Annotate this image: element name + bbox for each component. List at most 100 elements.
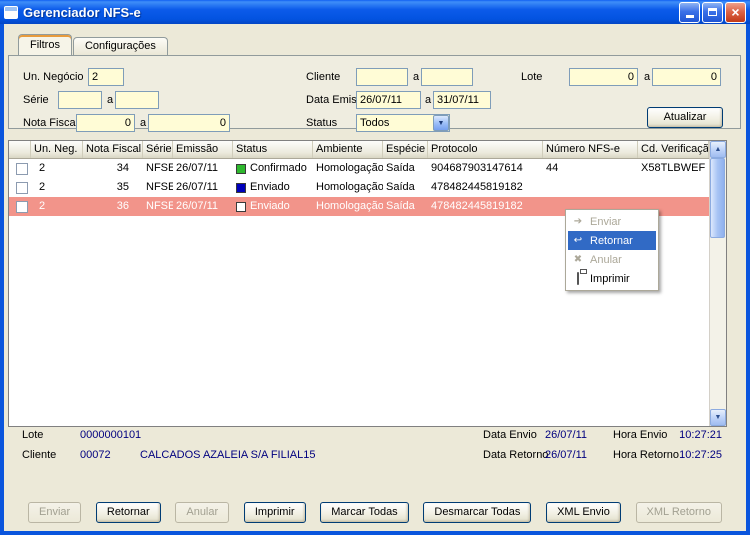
header-protocolo[interactable]: Protocolo bbox=[428, 141, 543, 158]
xml-retorno-button: XML Retorno bbox=[635, 502, 722, 523]
context-menu-label: Retornar bbox=[590, 234, 633, 247]
printer-icon bbox=[571, 272, 585, 285]
filter-panel: Un. Negócio Cliente a Lote a Série a Dat… bbox=[8, 55, 741, 132]
cd-verificacao-cell: X58TLBWEF bbox=[641, 162, 706, 174]
status-dropdown-value: Todos bbox=[360, 117, 390, 129]
numero-nfse-cell: 44 bbox=[546, 162, 559, 174]
nota-fiscal-cell: 35 bbox=[116, 181, 129, 193]
status-enviado-icon bbox=[236, 201, 246, 212]
nota-fiscal-to-input[interactable] bbox=[148, 114, 230, 132]
minimize-button[interactable] bbox=[679, 1, 700, 23]
tab-filtros[interactable]: Filtros bbox=[18, 34, 72, 55]
retornar-button[interactable]: Retornar bbox=[95, 502, 161, 523]
serie-range-separator: a bbox=[107, 94, 114, 106]
cd-verificacao-cell bbox=[638, 178, 709, 197]
close-button[interactable]: × bbox=[725, 1, 746, 23]
tab-bar: Filtros Configurações bbox=[18, 34, 169, 55]
grid-header: Un. Neg. Nota Fiscal Série Emissão Statu… bbox=[9, 141, 709, 159]
protocolo-cell: 478482445819182 bbox=[431, 181, 523, 193]
un-negocio-label: Un. Negócio bbox=[23, 71, 84, 83]
status-dropdown[interactable]: Todos ▼ bbox=[356, 114, 450, 132]
lote-range-separator: a bbox=[644, 71, 651, 83]
header-emissao[interactable]: Emissão bbox=[173, 141, 233, 158]
footer-lote-label: Lote bbox=[22, 429, 44, 441]
header-ambiente[interactable]: Ambiente bbox=[313, 141, 383, 158]
un-neg-cell: 2 bbox=[39, 181, 46, 193]
data-emissao-from-input[interactable] bbox=[356, 91, 421, 109]
window-title: Gerenciador NFS-e bbox=[23, 4, 141, 20]
status-text: Confirmado bbox=[250, 162, 307, 174]
footer-lote-value: 0000000101 bbox=[80, 429, 142, 441]
maximize-button[interactable] bbox=[702, 1, 723, 23]
footer-cliente-code: 00072 bbox=[80, 449, 111, 461]
scrollbar-track[interactable] bbox=[710, 158, 726, 409]
marcar-todas-button[interactable]: Marcar Todas bbox=[320, 502, 409, 523]
serie-cell: NFSE bbox=[146, 181, 173, 193]
header-serie[interactable]: Série bbox=[143, 141, 173, 158]
header-un-neg[interactable]: Un. Neg. bbox=[31, 141, 83, 158]
imprimir-button[interactable]: Imprimir bbox=[243, 502, 306, 523]
cliente-label: Cliente bbox=[306, 71, 341, 83]
un-negocio-input[interactable] bbox=[88, 68, 124, 86]
cliente-to-input[interactable] bbox=[421, 68, 473, 86]
serie-to-input[interactable] bbox=[115, 91, 159, 109]
un-neg-cell: 2 bbox=[39, 162, 46, 174]
protocolo-cell: 904687903147614 bbox=[431, 162, 523, 174]
footer-cliente-name: CALCADOS AZALEIA S/A FILIAL15 bbox=[140, 449, 316, 461]
nota-fiscal-cell: 34 bbox=[116, 162, 129, 174]
header-numero-nfse[interactable]: Número NFS-e bbox=[543, 141, 638, 158]
protocolo-cell: 478482445819182 bbox=[431, 200, 523, 212]
context-menu-item-enviar: ➔ Enviar bbox=[568, 212, 656, 231]
nota-fiscal-from-input[interactable] bbox=[76, 114, 135, 132]
context-menu-item-retornar[interactable]: ↩ Retornar bbox=[568, 231, 656, 250]
serie-cell: NFSE bbox=[146, 162, 173, 174]
lote-to-input[interactable] bbox=[652, 68, 721, 86]
app-icon bbox=[4, 5, 18, 19]
vertical-scrollbar[interactable]: ▲ ▼ bbox=[709, 141, 726, 426]
table-row[interactable]: 2 35 NFSE 26/07/11 Enviado Homologação S… bbox=[9, 178, 709, 197]
footer-hora-retorno-label: Hora Retorno bbox=[613, 449, 680, 461]
context-menu-item-imprimir[interactable]: Imprimir bbox=[568, 269, 656, 288]
status-enviado-icon bbox=[236, 182, 246, 193]
un-neg-cell: 2 bbox=[39, 200, 46, 212]
data-emissao-range-separator: a bbox=[425, 94, 432, 106]
footer-data-retorno-value: 26/07/11 bbox=[545, 449, 588, 461]
scrollbar-thumb[interactable] bbox=[710, 158, 725, 238]
data-emissao-to-input[interactable] bbox=[433, 91, 491, 109]
context-menu-label: Anular bbox=[590, 253, 622, 266]
scroll-up-icon[interactable]: ▲ bbox=[710, 141, 726, 158]
cliente-from-input[interactable] bbox=[356, 68, 408, 86]
header-especie[interactable]: Espécie bbox=[383, 141, 428, 158]
serie-label: Série bbox=[23, 94, 49, 106]
atualizar-button[interactable]: Atualizar bbox=[647, 107, 723, 128]
tab-configuracoes[interactable]: Configurações bbox=[72, 37, 168, 55]
checkbox-cell bbox=[9, 178, 31, 197]
numero-nfse-cell bbox=[543, 178, 638, 197]
checkbox-cell bbox=[9, 197, 31, 216]
row-checkbox[interactable] bbox=[15, 200, 28, 213]
footer-data-envio-label: Data Envio bbox=[483, 429, 537, 441]
table-row[interactable]: 2 34 NFSE 26/07/11 Confirmado Homologaçã… bbox=[9, 159, 709, 178]
status-confirmado-icon bbox=[236, 163, 246, 174]
header-nota-fiscal[interactable]: Nota Fiscal bbox=[83, 141, 143, 158]
chevron-down-icon[interactable]: ▼ bbox=[433, 115, 449, 131]
lote-from-input[interactable] bbox=[569, 68, 638, 86]
footer-hora-envio-value: 10:27:21 bbox=[679, 429, 722, 441]
cliente-range-separator: a bbox=[413, 71, 420, 83]
especie-cell: Saída bbox=[386, 162, 415, 174]
emissao-cell: 26/07/11 bbox=[176, 181, 219, 193]
scroll-down-icon[interactable]: ▼ bbox=[710, 409, 726, 426]
row-checkbox[interactable] bbox=[15, 181, 28, 194]
row-checkbox[interactable] bbox=[15, 162, 28, 175]
xml-envio-button[interactable]: XML Envio bbox=[546, 502, 621, 523]
lote-label: Lote bbox=[521, 71, 543, 83]
minimize-icon bbox=[685, 15, 694, 18]
context-menu: ➔ Enviar ↩ Retornar ✖ Anular Imprimir bbox=[565, 209, 659, 291]
desmarcar-todas-button[interactable]: Desmarcar Todas bbox=[423, 502, 532, 523]
especie-cell: Saída bbox=[386, 181, 415, 193]
header-cd-verificacao[interactable]: Cd. Verificação bbox=[638, 141, 709, 158]
serie-from-input[interactable] bbox=[58, 91, 102, 109]
context-menu-item-anular: ✖ Anular bbox=[568, 250, 656, 269]
header-checkbox[interactable] bbox=[9, 141, 31, 158]
header-status[interactable]: Status bbox=[233, 141, 313, 158]
